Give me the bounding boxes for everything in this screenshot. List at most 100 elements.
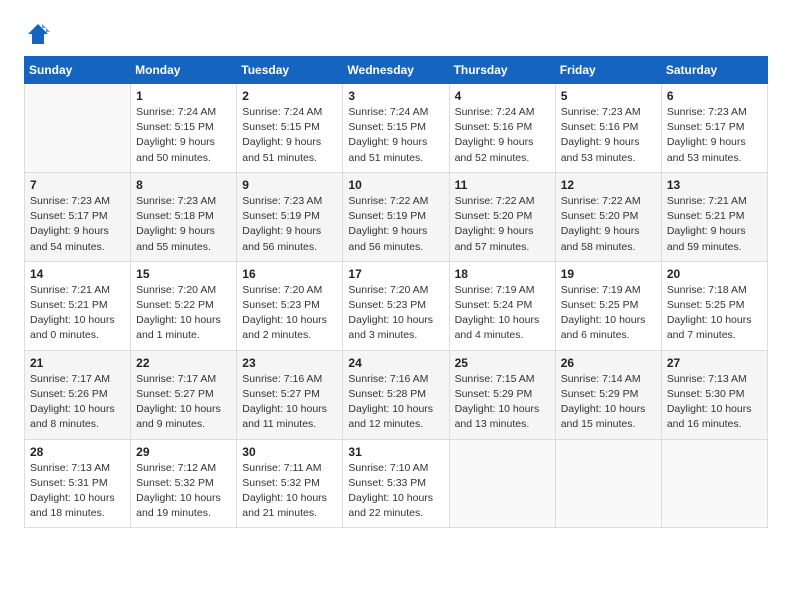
calendar-week-row: 1 Sunrise: 7:24 AMSunset: 5:15 PMDaylight… [25, 84, 768, 173]
calendar-week-row: 21 Sunrise: 7:17 AMSunset: 5:26 PMDayligh… [25, 350, 768, 439]
calendar-cell: 20 Sunrise: 7:18 AMSunset: 5:25 PMDayligh… [661, 261, 767, 350]
logo-icon [24, 20, 52, 48]
day-info: Sunrise: 7:22 AMSunset: 5:20 PMDaylight:… [561, 194, 656, 255]
day-number: 20 [667, 267, 762, 281]
day-info: Sunrise: 7:24 AMSunset: 5:15 PMDaylight:… [348, 105, 443, 166]
calendar-cell [661, 439, 767, 528]
day-info: Sunrise: 7:14 AMSunset: 5:29 PMDaylight:… [561, 372, 656, 433]
day-info: Sunrise: 7:21 AMSunset: 5:21 PMDaylight:… [30, 283, 125, 344]
calendar-cell: 21 Sunrise: 7:17 AMSunset: 5:26 PMDayligh… [25, 350, 131, 439]
day-number: 28 [30, 445, 125, 459]
calendar-cell: 14 Sunrise: 7:21 AMSunset: 5:21 PMDayligh… [25, 261, 131, 350]
logo [24, 20, 56, 48]
day-info: Sunrise: 7:18 AMSunset: 5:25 PMDaylight:… [667, 283, 762, 344]
day-number: 19 [561, 267, 656, 281]
day-number: 30 [242, 445, 337, 459]
weekday-header: Tuesday [237, 57, 343, 84]
day-info: Sunrise: 7:22 AMSunset: 5:20 PMDaylight:… [455, 194, 550, 255]
calendar-cell: 10Sunrise: 7:22 AMSunset: 5:19 PMDayligh… [343, 172, 449, 261]
day-number: 7 [30, 178, 125, 192]
day-info: Sunrise: 7:23 AMSunset: 5:17 PMDaylight:… [30, 194, 125, 255]
calendar-cell: 16 Sunrise: 7:20 AMSunset: 5:23 PMDayligh… [237, 261, 343, 350]
day-info: Sunrise: 7:23 AMSunset: 5:18 PMDaylight:… [136, 194, 231, 255]
day-info: Sunrise: 7:20 AMSunset: 5:22 PMDaylight:… [136, 283, 231, 344]
weekday-header: Thursday [449, 57, 555, 84]
calendar-header-row: SundayMondayTuesdayWednesdayThursdayFrid… [25, 57, 768, 84]
calendar-cell: 29 Sunrise: 7:12 AMSunset: 5:32 PMDayligh… [131, 439, 237, 528]
day-info: Sunrise: 7:17 AMSunset: 5:27 PMDaylight:… [136, 372, 231, 433]
day-info: Sunrise: 7:23 AMSunset: 5:19 PMDaylight:… [242, 194, 337, 255]
day-info: Sunrise: 7:24 AMSunset: 5:15 PMDaylight:… [136, 105, 231, 166]
day-number: 3 [348, 89, 443, 103]
calendar-cell: 28Sunrise: 7:13 AMSunset: 5:31 PMDayligh… [25, 439, 131, 528]
weekday-header: Saturday [661, 57, 767, 84]
day-info: Sunrise: 7:23 AMSunset: 5:17 PMDaylight:… [667, 105, 762, 166]
day-number: 6 [667, 89, 762, 103]
calendar-week-row: 28Sunrise: 7:13 AMSunset: 5:31 PMDayligh… [25, 439, 768, 528]
day-number: 16 [242, 267, 337, 281]
calendar-cell: 25 Sunrise: 7:15 AMSunset: 5:29 PMDayligh… [449, 350, 555, 439]
weekday-header: Friday [555, 57, 661, 84]
calendar-cell: 2Sunrise: 7:24 AMSunset: 5:15 PMDaylight… [237, 84, 343, 173]
day-number: 12 [561, 178, 656, 192]
calendar-table: SundayMondayTuesdayWednesdayThursdayFrid… [24, 56, 768, 528]
day-info: Sunrise: 7:24 AMSunset: 5:16 PMDaylight:… [455, 105, 550, 166]
day-number: 11 [455, 178, 550, 192]
day-number: 14 [30, 267, 125, 281]
calendar-cell: 22 Sunrise: 7:17 AMSunset: 5:27 PMDayligh… [131, 350, 237, 439]
weekday-header: Sunday [25, 57, 131, 84]
calendar-cell: 1 Sunrise: 7:24 AMSunset: 5:15 PMDaylight… [131, 84, 237, 173]
day-info: Sunrise: 7:10 AMSunset: 5:33 PMDaylight:… [348, 461, 443, 522]
calendar-cell [449, 439, 555, 528]
day-number: 23 [242, 356, 337, 370]
day-info: Sunrise: 7:17 AMSunset: 5:26 PMDaylight:… [30, 372, 125, 433]
day-info: Sunrise: 7:11 AMSunset: 5:32 PMDaylight:… [242, 461, 337, 522]
calendar-cell: 27 Sunrise: 7:13 AMSunset: 5:30 PMDayligh… [661, 350, 767, 439]
day-info: Sunrise: 7:16 AMSunset: 5:27 PMDaylight:… [242, 372, 337, 433]
day-info: Sunrise: 7:23 AMSunset: 5:16 PMDaylight:… [561, 105, 656, 166]
calendar-cell: 9 Sunrise: 7:23 AMSunset: 5:19 PMDaylight… [237, 172, 343, 261]
weekday-header: Wednesday [343, 57, 449, 84]
calendar-cell: 17 Sunrise: 7:20 AMSunset: 5:23 PMDayligh… [343, 261, 449, 350]
calendar-cell: 31 Sunrise: 7:10 AMSunset: 5:33 PMDayligh… [343, 439, 449, 528]
day-number: 1 [136, 89, 231, 103]
weekday-header: Monday [131, 57, 237, 84]
calendar-cell: 26 Sunrise: 7:14 AMSunset: 5:29 PMDayligh… [555, 350, 661, 439]
day-info: Sunrise: 7:21 AMSunset: 5:21 PMDaylight:… [667, 194, 762, 255]
day-number: 24 [348, 356, 443, 370]
day-info: Sunrise: 7:15 AMSunset: 5:29 PMDaylight:… [455, 372, 550, 433]
calendar-week-row: 14 Sunrise: 7:21 AMSunset: 5:21 PMDayligh… [25, 261, 768, 350]
day-number: 22 [136, 356, 231, 370]
day-number: 27 [667, 356, 762, 370]
day-info: Sunrise: 7:20 AMSunset: 5:23 PMDaylight:… [242, 283, 337, 344]
day-info: Sunrise: 7:19 AMSunset: 5:25 PMDaylight:… [561, 283, 656, 344]
day-number: 2 [242, 89, 337, 103]
calendar-cell: 3 Sunrise: 7:24 AMSunset: 5:15 PMDaylight… [343, 84, 449, 173]
day-number: 26 [561, 356, 656, 370]
day-info: Sunrise: 7:12 AMSunset: 5:32 PMDaylight:… [136, 461, 231, 522]
day-number: 4 [455, 89, 550, 103]
calendar-cell [555, 439, 661, 528]
day-number: 18 [455, 267, 550, 281]
day-number: 29 [136, 445, 231, 459]
day-number: 17 [348, 267, 443, 281]
day-info: Sunrise: 7:19 AMSunset: 5:24 PMDaylight:… [455, 283, 550, 344]
calendar-cell [25, 84, 131, 173]
day-info: Sunrise: 7:20 AMSunset: 5:23 PMDaylight:… [348, 283, 443, 344]
calendar-cell: 11 Sunrise: 7:22 AMSunset: 5:20 PMDayligh… [449, 172, 555, 261]
day-number: 9 [242, 178, 337, 192]
day-number: 15 [136, 267, 231, 281]
day-info: Sunrise: 7:13 AMSunset: 5:30 PMDaylight:… [667, 372, 762, 433]
page-header [24, 20, 768, 48]
calendar-cell: 15 Sunrise: 7:20 AMSunset: 5:22 PMDayligh… [131, 261, 237, 350]
day-info: Sunrise: 7:16 AMSunset: 5:28 PMDaylight:… [348, 372, 443, 433]
day-number: 25 [455, 356, 550, 370]
calendar-cell: 18 Sunrise: 7:19 AMSunset: 5:24 PMDayligh… [449, 261, 555, 350]
day-number: 5 [561, 89, 656, 103]
day-number: 31 [348, 445, 443, 459]
day-number: 21 [30, 356, 125, 370]
calendar-cell: 5 Sunrise: 7:23 AMSunset: 5:16 PMDaylight… [555, 84, 661, 173]
calendar-cell: 30 Sunrise: 7:11 AMSunset: 5:32 PMDayligh… [237, 439, 343, 528]
calendar-cell: 4 Sunrise: 7:24 AMSunset: 5:16 PMDaylight… [449, 84, 555, 173]
day-number: 13 [667, 178, 762, 192]
